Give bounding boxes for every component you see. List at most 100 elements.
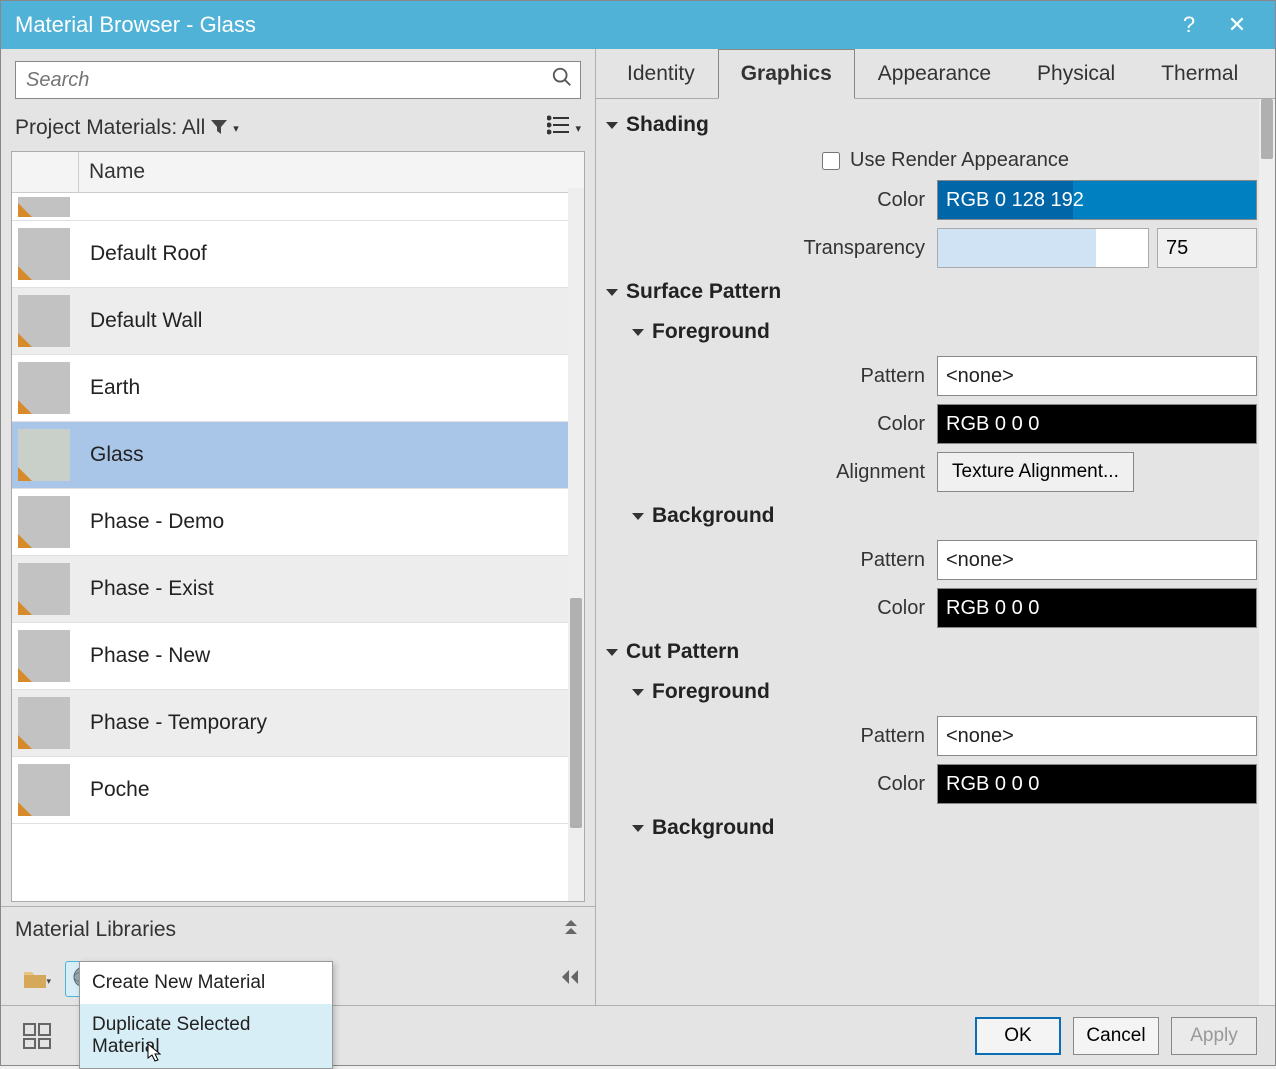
surface-fg-pattern-field[interactable]: <none> [937, 356, 1257, 396]
asset-browser-button[interactable] [19, 1018, 55, 1054]
use-render-checkbox[interactable] [822, 152, 840, 170]
transparency-slider[interactable] [937, 228, 1149, 268]
close-icon: ✕ [1228, 12, 1246, 38]
surface-fg-pattern-row: Pattern <none> [602, 352, 1257, 400]
dropdown-caret-icon: ▾ [233, 122, 239, 135]
bottom-bar: Create New Material Duplicate Selected M… [1, 1005, 1275, 1065]
material-thumbnail [18, 362, 70, 414]
material-name: Phase - Exist [70, 577, 214, 601]
help-button[interactable]: ? [1165, 1, 1213, 49]
expand-triangle-icon [632, 329, 644, 336]
expand-triangle-icon [632, 825, 644, 832]
material-name: Phase - Demo [70, 510, 224, 534]
properties-scrollbar[interactable] [1259, 99, 1275, 1005]
expand-triangle-icon [606, 122, 618, 129]
search-input[interactable] [15, 61, 581, 99]
expand-triangle-icon [632, 689, 644, 696]
material-name: Phase - Temporary [70, 711, 267, 735]
cut-fg-color-row: Color RGB 0 0 0 [602, 760, 1257, 808]
material-thumbnail [18, 697, 70, 749]
material-thumbnail [18, 429, 70, 481]
scrollbar-thumb[interactable] [570, 598, 582, 828]
expand-up-icon [561, 917, 581, 943]
material-row[interactable]: Default Wall [12, 288, 584, 355]
thumbnail-column[interactable] [12, 152, 79, 192]
grid-icon [22, 1022, 52, 1050]
new-material-context-menu: Create New Material Duplicate Selected M… [79, 961, 333, 1069]
cut-fg-pattern-field[interactable]: <none> [937, 716, 1257, 756]
filter-icon [211, 118, 227, 139]
scrollbar-thumb[interactable] [1261, 99, 1273, 159]
surface-fg-color-row: Color RGB 0 0 0 [602, 400, 1257, 448]
property-tabs: Identity Graphics Appearance Physical Th… [596, 49, 1275, 99]
surface-bg-pattern-field[interactable]: <none> [937, 540, 1257, 580]
search-icon[interactable] [551, 66, 573, 94]
transparency-fill [938, 229, 1096, 267]
transparency-row: Transparency 75 [602, 224, 1257, 272]
material-name: Poche [70, 778, 150, 802]
cancel-button[interactable]: Cancel [1073, 1017, 1159, 1055]
texture-alignment-button[interactable]: Texture Alignment... [937, 452, 1134, 492]
tab-physical[interactable]: Physical [1014, 49, 1138, 98]
apply-button[interactable]: Apply [1171, 1017, 1257, 1055]
tab-thermal[interactable]: Thermal [1138, 49, 1261, 98]
section-surface-background[interactable]: Background [602, 496, 1257, 536]
material-row[interactable]: Phase - Exist [12, 556, 584, 623]
transparency-label: Transparency [727, 237, 937, 260]
surface-fg-color-swatch[interactable]: RGB 0 0 0 [937, 404, 1257, 444]
material-row[interactable] [12, 193, 584, 221]
section-shading[interactable]: Shading [602, 105, 1257, 145]
surface-bg-color-swatch[interactable]: RGB 0 0 0 [937, 588, 1257, 628]
section-cut-pattern[interactable]: Cut Pattern [602, 632, 1257, 672]
material-thumbnail [18, 197, 70, 217]
material-row[interactable]: Phase - Demo [12, 489, 584, 556]
section-surface-foreground[interactable]: Foreground [602, 312, 1257, 352]
window-title: Material Browser - Glass [15, 12, 1165, 38]
dropdown-caret-icon: ▾ [46, 976, 51, 987]
material-list-scrollbar[interactable] [568, 188, 584, 901]
section-cut-background[interactable]: Background [602, 808, 1257, 848]
pattern-label: Pattern [727, 725, 937, 748]
collapse-left-icon[interactable] [559, 966, 581, 992]
material-row[interactable]: Earth [12, 355, 584, 422]
use-render-label: Use Render Appearance [850, 149, 1069, 172]
titlebar: Material Browser - Glass ? ✕ [1, 1, 1275, 49]
material-row-selected[interactable]: Glass [12, 422, 584, 489]
menu-create-new-material[interactable]: Create New Material [80, 962, 332, 1004]
tab-graphics[interactable]: Graphics [718, 49, 855, 99]
alignment-label: Alignment [727, 461, 937, 484]
close-button[interactable]: ✕ [1213, 1, 1261, 49]
list-view-icon[interactable] [547, 115, 571, 141]
folder-icon [22, 968, 48, 990]
transparency-value[interactable]: 75 [1157, 228, 1257, 268]
section-cut-foreground[interactable]: Foreground [602, 672, 1257, 712]
color-label: Color [727, 597, 937, 620]
section-surface-pattern[interactable]: Surface Pattern [602, 272, 1257, 312]
material-thumbnail [18, 295, 70, 347]
cut-fg-pattern-row: Pattern <none> [602, 712, 1257, 760]
material-row[interactable]: Default Roof [12, 221, 584, 288]
cut-fg-color-swatch[interactable]: RGB 0 0 0 [937, 764, 1257, 804]
properties-panel: Shading Use Render Appearance Color RGB … [596, 99, 1275, 1005]
material-name: Default Roof [70, 242, 207, 266]
tab-appearance[interactable]: Appearance [855, 49, 1014, 98]
project-materials-label[interactable]: Project Materials: All ▾ [15, 116, 547, 140]
shading-color-swatch[interactable]: RGB 0 128 192 [937, 180, 1257, 220]
folder-button[interactable]: ▾ [15, 961, 55, 997]
material-row[interactable]: Phase - New [12, 623, 584, 690]
right-panel: Identity Graphics Appearance Physical Th… [596, 49, 1275, 1005]
material-libraries-header[interactable]: Material Libraries [1, 906, 595, 953]
material-thumbnail [18, 764, 70, 816]
material-row[interactable]: Poche [12, 757, 584, 824]
dialog-buttons: OK Cancel Apply [975, 1017, 1257, 1055]
ok-button[interactable]: OK [975, 1017, 1061, 1055]
name-column-header[interactable]: Name [79, 152, 584, 192]
tab-identity[interactable]: Identity [604, 49, 718, 98]
material-name: Phase - New [70, 644, 210, 668]
shading-color-row: Color RGB 0 128 192 [602, 176, 1257, 224]
material-name: Default Wall [70, 309, 202, 333]
menu-duplicate-selected-material[interactable]: Duplicate Selected Material [80, 1004, 332, 1068]
material-list-header: Name [12, 152, 584, 193]
surface-bg-pattern-row: Pattern <none> [602, 536, 1257, 584]
material-row[interactable]: Phase - Temporary [12, 690, 584, 757]
